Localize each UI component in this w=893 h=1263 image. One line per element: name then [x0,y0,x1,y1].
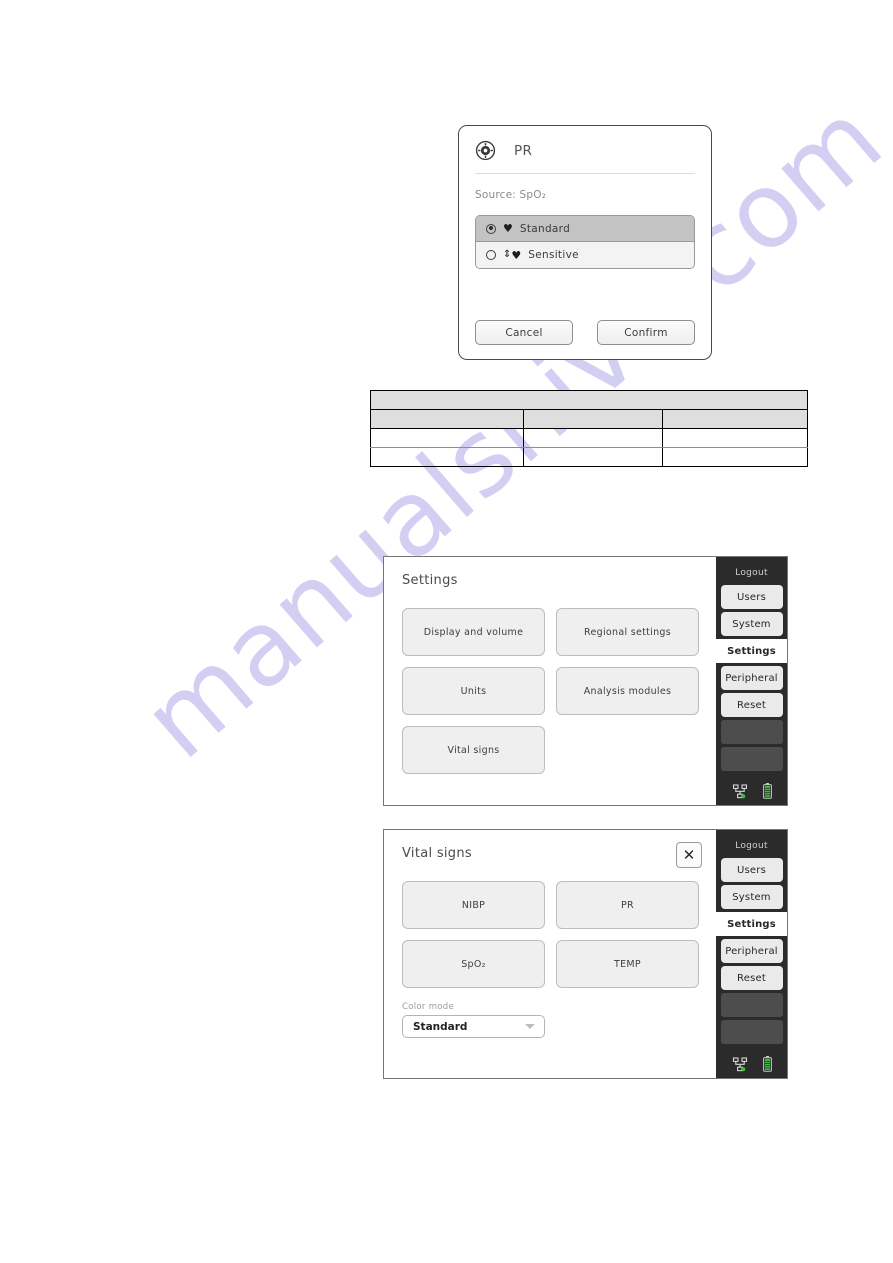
network-icon [732,783,747,798]
settings-main-area: Settings Display and volume Regional set… [384,557,716,805]
tile-nibp[interactable]: NIBP [402,881,545,929]
sidebar-item-peripheral[interactable]: Peripheral [720,939,783,963]
sidebar-item-system[interactable]: System [720,885,783,909]
pr-settings-dialog: PR Source: SpO₂ ♥ Standard ⇕ ♥ Sensitive… [458,125,712,360]
sidebar-item-reset[interactable]: Reset [720,693,783,717]
confirm-button[interactable]: Confirm [597,320,695,345]
sidebar-item-settings[interactable]: Settings [716,912,787,936]
gear-icon [475,140,496,161]
sidebar-item-settings[interactable]: Settings [716,639,787,663]
sensitive-heart-icon: ⇕ ♥ [503,250,521,261]
chevron-down-icon [525,1024,535,1029]
sidebar-empty-slot [720,720,783,744]
table-cell [370,390,808,410]
sidebar-item-logout[interactable]: Logout [716,560,787,585]
sidebar-status-bar [716,779,787,805]
option-standard[interactable]: ♥ Standard [476,216,694,242]
sidebar-item-peripheral[interactable]: Peripheral [720,666,783,690]
dialog-title: PR [514,142,533,159]
battery-icon [762,783,772,799]
dialog-header: PR [459,126,711,161]
option-sensitive-label: Sensitive [528,249,579,261]
up-down-arrow-icon: ⇕ [503,249,512,260]
color-mode-select[interactable]: Standard [402,1015,545,1038]
sidebar-empty-slot [720,1020,783,1044]
sidebar-empty-slot [720,993,783,1017]
table-cell [370,447,524,467]
table-cell [370,428,524,448]
table-row [370,447,808,467]
network-icon [732,1056,747,1071]
tile-vital-signs[interactable]: Vital signs [402,726,545,774]
sidebar-item-users[interactable]: Users [720,858,783,882]
settings-tile-grid: Display and volume Regional settings Uni… [402,608,702,774]
vitals-main-area: Vital signs ✕ NIBP PR SpO₂ TEMP Color mo… [384,830,716,1078]
battery-icon [762,1056,772,1072]
tile-display-and-volume[interactable]: Display and volume [402,608,545,656]
radio-standard-icon[interactable] [486,223,496,234]
sidebar-item-users[interactable]: Users [720,585,783,609]
heart-glyph: ♥ [511,248,522,262]
vital-signs-screen: Vital signs ✕ NIBP PR SpO₂ TEMP Color mo… [383,829,788,1079]
color-mode-field: Color mode Standard [402,1002,702,1038]
radio-sensitive-icon[interactable] [486,250,496,260]
tile-pr[interactable]: PR [556,881,699,929]
table-cell [523,447,663,467]
tile-analysis-modules[interactable]: Analysis modules [556,667,699,715]
sidebar: Logout Users System Settings Peripheral … [716,830,787,1078]
sidebar-status-bar [716,1052,787,1078]
sidebar: Logout Users System Settings Peripheral … [716,557,787,805]
tile-spo2[interactable]: SpO₂ [402,940,545,988]
sidebar-item-logout[interactable]: Logout [716,833,787,858]
sidebar-empty-slot [720,747,783,771]
heart-glyph: ♥ [503,222,513,235]
tile-temp[interactable]: TEMP [556,940,699,988]
tile-units[interactable]: Units [402,667,545,715]
table-cell [523,428,663,448]
table-row [370,390,808,410]
page-title: Vital signs [402,846,472,861]
color-mode-label: Color mode [402,1002,454,1012]
heart-icon: ♥ [503,223,513,234]
sidebar-item-reset[interactable]: Reset [720,966,783,990]
table-cell [662,409,808,429]
dialog-button-row: Cancel Confirm [475,320,695,345]
close-icon[interactable]: ✕ [676,842,702,868]
specification-table [370,390,808,467]
table-cell [662,447,808,467]
option-sensitive[interactable]: ⇕ ♥ Sensitive [476,242,694,268]
sensitivity-option-group: ♥ Standard ⇕ ♥ Sensitive [475,215,695,269]
color-mode-value: Standard [413,1020,468,1033]
table-row [370,428,808,448]
table-cell [662,428,808,448]
page-title: Settings [402,573,458,588]
dialog-divider [475,173,695,174]
vitals-tile-grid: NIBP PR SpO₂ TEMP [402,881,702,988]
sidebar-item-system[interactable]: System [720,612,783,636]
cancel-button[interactable]: Cancel [475,320,573,345]
table-cell [370,409,524,429]
option-standard-label: Standard [519,222,571,235]
tile-regional-settings[interactable]: Regional settings [556,608,699,656]
table-cell [523,409,663,429]
table-row [370,409,808,429]
settings-screen: Settings Display and volume Regional set… [383,556,788,806]
source-label: Source: SpO₂ [475,189,547,201]
